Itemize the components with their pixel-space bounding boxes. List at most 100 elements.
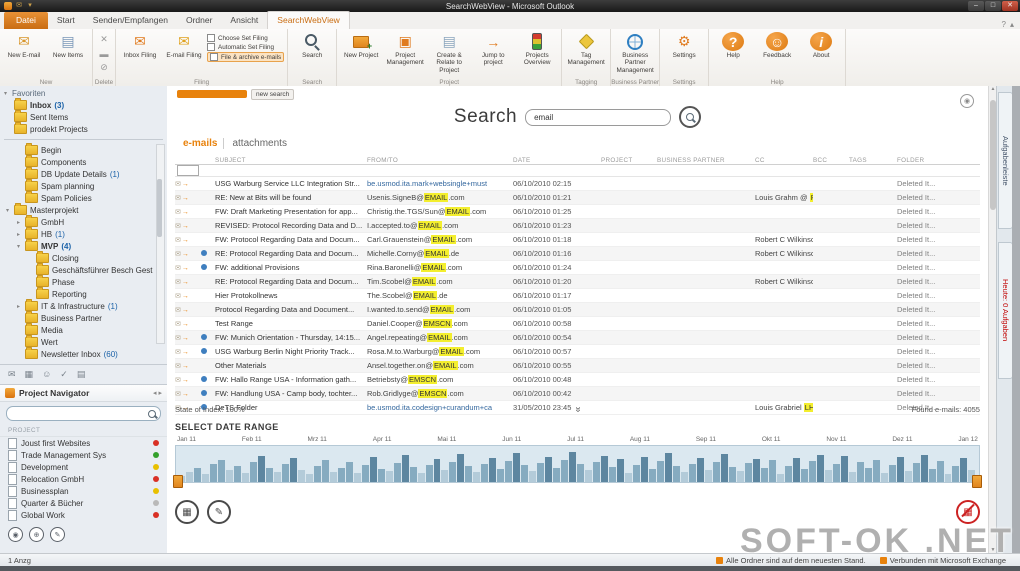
email-row[interactable]: ✉→ RE: Protocol Regarding Data and Docum.…	[175, 247, 980, 261]
email-row[interactable]: ✉→ FW: Munich Orientation - Thursday, 14:…	[175, 331, 980, 345]
inbox-filing-button[interactable]: ✉ Inbox Filing	[119, 31, 161, 60]
result-tab-e-mails[interactable]: e-mails	[183, 138, 217, 149]
edit-button[interactable]: ✎	[207, 500, 231, 524]
email-row[interactable]: ✉→ FW: Handlung USA - Camp body, tochter.…	[175, 387, 980, 401]
date-range-slider[interactable]	[173, 445, 982, 488]
email-row[interactable]: ✉→ Other Materials Ansel.together.on@EMAIL…	[175, 359, 980, 373]
minimize-button[interactable]: –	[968, 1, 984, 11]
column-header-tags[interactable]: TAGS	[849, 157, 897, 164]
email-row[interactable]: ✉→ FW: Draft Marketing Presentation for a…	[175, 205, 980, 219]
project-management-button[interactable]: ▣ Project Management	[384, 31, 426, 68]
column-header-bcc[interactable]: BCC	[813, 157, 849, 164]
help-button[interactable]: ? Help	[712, 31, 754, 60]
folder-business-partner[interactable]: Business Partner	[0, 311, 167, 324]
folder-hb[interactable]: ▸ HB (1)	[0, 227, 167, 240]
folder-closing[interactable]: Closing	[0, 251, 167, 264]
email-row[interactable]: ✉→ RE: New at Bits will be found Usenis.Si…	[175, 191, 980, 205]
email-row[interactable]: ✉→ REVISED: Protocol Recording Data and D…	[175, 219, 980, 233]
chevron-icons[interactable]: ◂ ▸	[153, 389, 162, 397]
tab-ordner[interactable]: Ordner	[177, 12, 221, 29]
email-row[interactable]: ✉→ USG Warburg Berlin Night Priority Trac…	[175, 345, 980, 359]
email-row[interactable]: ✉→ RE: Protocol Regarding Data and Docum.…	[175, 275, 980, 289]
slider-handle-right[interactable]	[972, 475, 982, 488]
search-button[interactable]	[679, 106, 702, 128]
contacts-module-icon[interactable]: ☺	[42, 369, 51, 380]
ignore-button[interactable]: ✕	[96, 33, 112, 46]
automatic-set-filing-option[interactable]: Automatic Set Filing	[207, 43, 284, 51]
project-relocation-gmbh[interactable]: Relocation GmbH	[0, 473, 167, 485]
project-trade-management-sys[interactable]: Trade Management Sys	[0, 449, 167, 461]
calendar-module-icon[interactable]: ▦	[25, 369, 34, 380]
favorite-prodekt-projects[interactable]: prodekt Projects	[0, 122, 167, 135]
search-input[interactable]	[525, 108, 672, 126]
side-tab-heute-0-aufgaben[interactable]: Heute: 0 Aufgaben	[998, 242, 1013, 379]
maximize-button[interactable]: □	[985, 1, 1001, 11]
email-row[interactable]: ✉→ FW: additional Provisions Rina.Baronell…	[175, 261, 980, 275]
feedback-button[interactable]: ☺ Feedback	[756, 31, 798, 60]
settings-button[interactable]: ⚙ Settings	[663, 31, 705, 60]
notes-module-icon[interactable]: ▤	[77, 369, 86, 380]
about-button[interactable]: i About	[800, 31, 842, 60]
expand-more-icon[interactable]: »	[573, 407, 584, 413]
folder-gmbh[interactable]: ▸ GmbH	[0, 215, 167, 228]
project-navigator-header[interactable]: Project Navigator ◂ ▸	[0, 384, 167, 402]
tab-start[interactable]: Start	[48, 12, 84, 29]
folder-masterprojekt[interactable]: ▾ Masterprojekt	[0, 203, 167, 216]
tab-senden-empfangen[interactable]: Senden/Empfangen	[84, 12, 177, 29]
folder-it-infrastructure[interactable]: ▸ IT & Infrastructure (1)	[0, 299, 167, 312]
column-header-folder[interactable]: FOLDER	[897, 157, 967, 164]
project-search-input[interactable]	[11, 408, 148, 419]
project-global-work[interactable]: Global Work	[0, 509, 167, 521]
tree-scrollbar[interactable]	[156, 144, 165, 344]
email-row[interactable]: ✉→ FW: Hallo Range USA - Information gath…	[175, 373, 980, 387]
new-project-button[interactable]: New Project	[340, 31, 382, 60]
column-header-from-to[interactable]: FROM/TO	[367, 157, 513, 164]
folder-newsletter-inbox[interactable]: Newsletter Inbox (60)	[0, 347, 167, 360]
create-relate-to-project-button[interactable]: ▤ Create & Relate to Project	[428, 31, 470, 75]
result-tab-attachments[interactable]: attachments	[223, 138, 287, 149]
projects-overview-button[interactable]: Projects Overview	[516, 31, 558, 68]
project-joust-first-websites[interactable]: Joust first Websites	[0, 437, 167, 449]
search-button[interactable]: Search	[291, 31, 333, 60]
help-icon[interactable]: ?	[1002, 20, 1006, 29]
folder-media[interactable]: Media	[0, 323, 167, 336]
favorites-header[interactable]: ▾ Favoriten	[0, 86, 167, 99]
subject-filter-input[interactable]	[177, 165, 199, 176]
tab-searchwebview[interactable]: SearchWebView	[267, 11, 350, 29]
tag-management-button[interactable]: Tag Management	[565, 31, 607, 68]
new-items-button[interactable]: ▤ New Items	[47, 31, 89, 60]
tab-datei[interactable]: Datei	[4, 12, 48, 29]
business-partner-management-button[interactable]: Business Partner Management	[614, 31, 656, 75]
favorite-inbox[interactable]: Inbox (3)	[0, 98, 167, 111]
project-search-field[interactable]	[6, 406, 161, 421]
tab-ansicht[interactable]: Ansicht	[221, 12, 267, 29]
calendar-button[interactable]: ▦	[175, 500, 199, 524]
minimize-ribbon-icon[interactable]: ▴	[1010, 20, 1014, 29]
project-development[interactable]: Development	[0, 461, 167, 473]
column-header-business-partner[interactable]: BUSINESS PARTNER	[657, 157, 755, 164]
side-tab-aufgabenleiste[interactable]: Aufgabenleiste	[998, 92, 1013, 229]
new-search-button[interactable]: new search	[251, 89, 295, 100]
column-header-project[interactable]: PROJECT	[601, 157, 657, 164]
email-row[interactable]: ✉→ Protocol Regarding Data and Document..…	[175, 303, 980, 317]
column-header-cc[interactable]: CC	[755, 157, 813, 164]
folder-begin[interactable]: Begin	[0, 143, 167, 156]
folder-components[interactable]: Components	[0, 155, 167, 168]
favorite-sent-items[interactable]: Sent Items	[0, 110, 167, 123]
project-quarter-b-cher[interactable]: Quarter & Bücher	[0, 497, 167, 509]
footer-icon-3[interactable]: ✎	[50, 527, 65, 542]
email-row[interactable]: ✉→ Hier Protokollnews The.Scobel@EMAIL.de 0…	[175, 289, 980, 303]
folder-reporting[interactable]: Reporting	[0, 287, 167, 300]
folder-phase[interactable]: Phase	[0, 275, 167, 288]
folder-spam-planning[interactable]: Spam planning	[0, 179, 167, 192]
column-header-date[interactable]: DATE	[513, 157, 601, 164]
new-e-mail-button[interactable]: ✉ New E-mail	[3, 31, 45, 60]
slider-handle-left[interactable]	[173, 475, 183, 488]
tasks-module-icon[interactable]: ✓	[60, 369, 68, 380]
junk-button[interactable]: ⊘	[96, 61, 112, 74]
sweep-button[interactable]: ▬	[96, 47, 112, 60]
footer-icon-1[interactable]: ◉	[8, 527, 23, 542]
mail-module-icon[interactable]: ✉	[8, 369, 16, 380]
email-row[interactable]: ✉→ USG Warburg Service LLC Integration St…	[175, 177, 980, 191]
folder-wert[interactable]: Wert	[0, 335, 167, 348]
